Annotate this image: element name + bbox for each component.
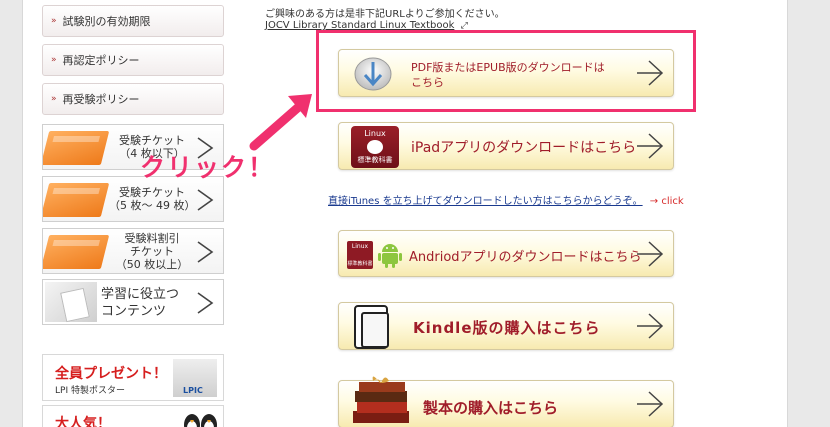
- sidebar-item-retake-policy[interactable]: » 再受験ポリシー: [42, 83, 224, 115]
- promo-headline: 大人気！: [55, 416, 111, 427]
- poster-image: LPIC: [173, 359, 217, 397]
- arrow-right-icon: [637, 240, 664, 267]
- kindle-purchase-button[interactable]: Kindle版の購入はこちら: [338, 302, 674, 350]
- intro-text: ご興味のある方は是非下記URLよりご参加ください。: [265, 9, 505, 20]
- arrow-right-icon: [637, 313, 664, 339]
- poster-present-banner[interactable]: 全員プレゼント！ LPI 特製ポスター LPIC: [42, 354, 224, 401]
- print-book-purchase-button[interactable]: 製本の購入はこちら: [338, 376, 674, 427]
- kindle-purchase-label: Kindle版の購入はこちら: [413, 319, 601, 337]
- ticket-icon: [43, 131, 110, 165]
- popular-banner[interactable]: 大人気！: [42, 405, 224, 427]
- android-app-download-label: Andriodアプリのダウンロードはこちら: [409, 250, 642, 265]
- ticket-icon: [43, 235, 110, 269]
- itunes-link-row: 直接iTunes を立ち上げてダウンロードしたい方はこちらからどうぞ。 → cl…: [328, 192, 684, 207]
- bullet-icon: »: [51, 55, 57, 65]
- highlight-frame: [316, 30, 696, 112]
- sidebar-item-label: 再受験ポリシー: [62, 93, 140, 106]
- books-gift-icon: [353, 376, 409, 423]
- promo-headline: 全員プレゼント！: [55, 366, 167, 382]
- sidebar-item-label: 試験別の有効期限: [62, 15, 151, 28]
- linux-textbook-icon: Linux 標準教科書: [351, 126, 399, 168]
- ipad-app-download-label: iPadアプリのダウンロードはこちら: [411, 140, 637, 156]
- print-book-purchase-label: 製本の購入はこちら: [423, 399, 559, 417]
- kindle-icon: [354, 305, 389, 349]
- click-annotation: クリック！: [140, 153, 276, 182]
- chevron-right-icon: [197, 189, 214, 211]
- arrow-right-icon: [637, 133, 664, 159]
- chevron-right-icon: [197, 241, 214, 263]
- bullet-icon: »: [51, 16, 57, 26]
- sidebar-item-recertification-policy[interactable]: » 再認定ポリシー: [42, 44, 224, 76]
- sidebar-item-exam-validity[interactable]: » 試験別の有効期限: [42, 5, 224, 37]
- itunes-click-text[interactable]: → click: [650, 196, 684, 207]
- lpic-logo: LPIC: [183, 386, 203, 395]
- study-contents-text: 学習に役立つ コンテンツ: [101, 287, 180, 319]
- android-icon: [378, 244, 402, 268]
- study-notebook-image: [45, 282, 97, 322]
- android-app-download-button[interactable]: Linux 標準教科書 Andriodアプリのダウンロードはこちら: [338, 230, 674, 277]
- discount-ticket-banner[interactable]: 受験料割引 チケット （50 枚以上）: [42, 228, 224, 274]
- arrow-right-icon: [637, 391, 664, 417]
- pointer-arrow-icon: [249, 94, 312, 151]
- chevron-right-icon: [197, 292, 214, 314]
- ticket-icon: [43, 183, 110, 217]
- penguin-icon: [184, 414, 217, 427]
- ticket-text: 受験料割引 チケット （50 枚以上）: [115, 232, 189, 271]
- linux-textbook-icon: Linux 標準教科書: [347, 241, 373, 269]
- promo-subtext: LPI 特製ポスター: [55, 386, 125, 396]
- ticket-text: 受験チケット （5 枚～ 49 枚）: [109, 186, 196, 212]
- study-contents-banner[interactable]: 学習に役立つ コンテンツ: [42, 279, 224, 325]
- itunes-link[interactable]: 直接iTunes を立ち上げてダウンロードしたい方はこちらからどうぞ。: [328, 196, 643, 207]
- bullet-icon: »: [51, 94, 57, 104]
- ipad-app-download-button[interactable]: Linux 標準教科書 iPadアプリのダウンロードはこちら: [338, 122, 674, 170]
- sidebar-item-label: 再認定ポリシー: [62, 54, 140, 67]
